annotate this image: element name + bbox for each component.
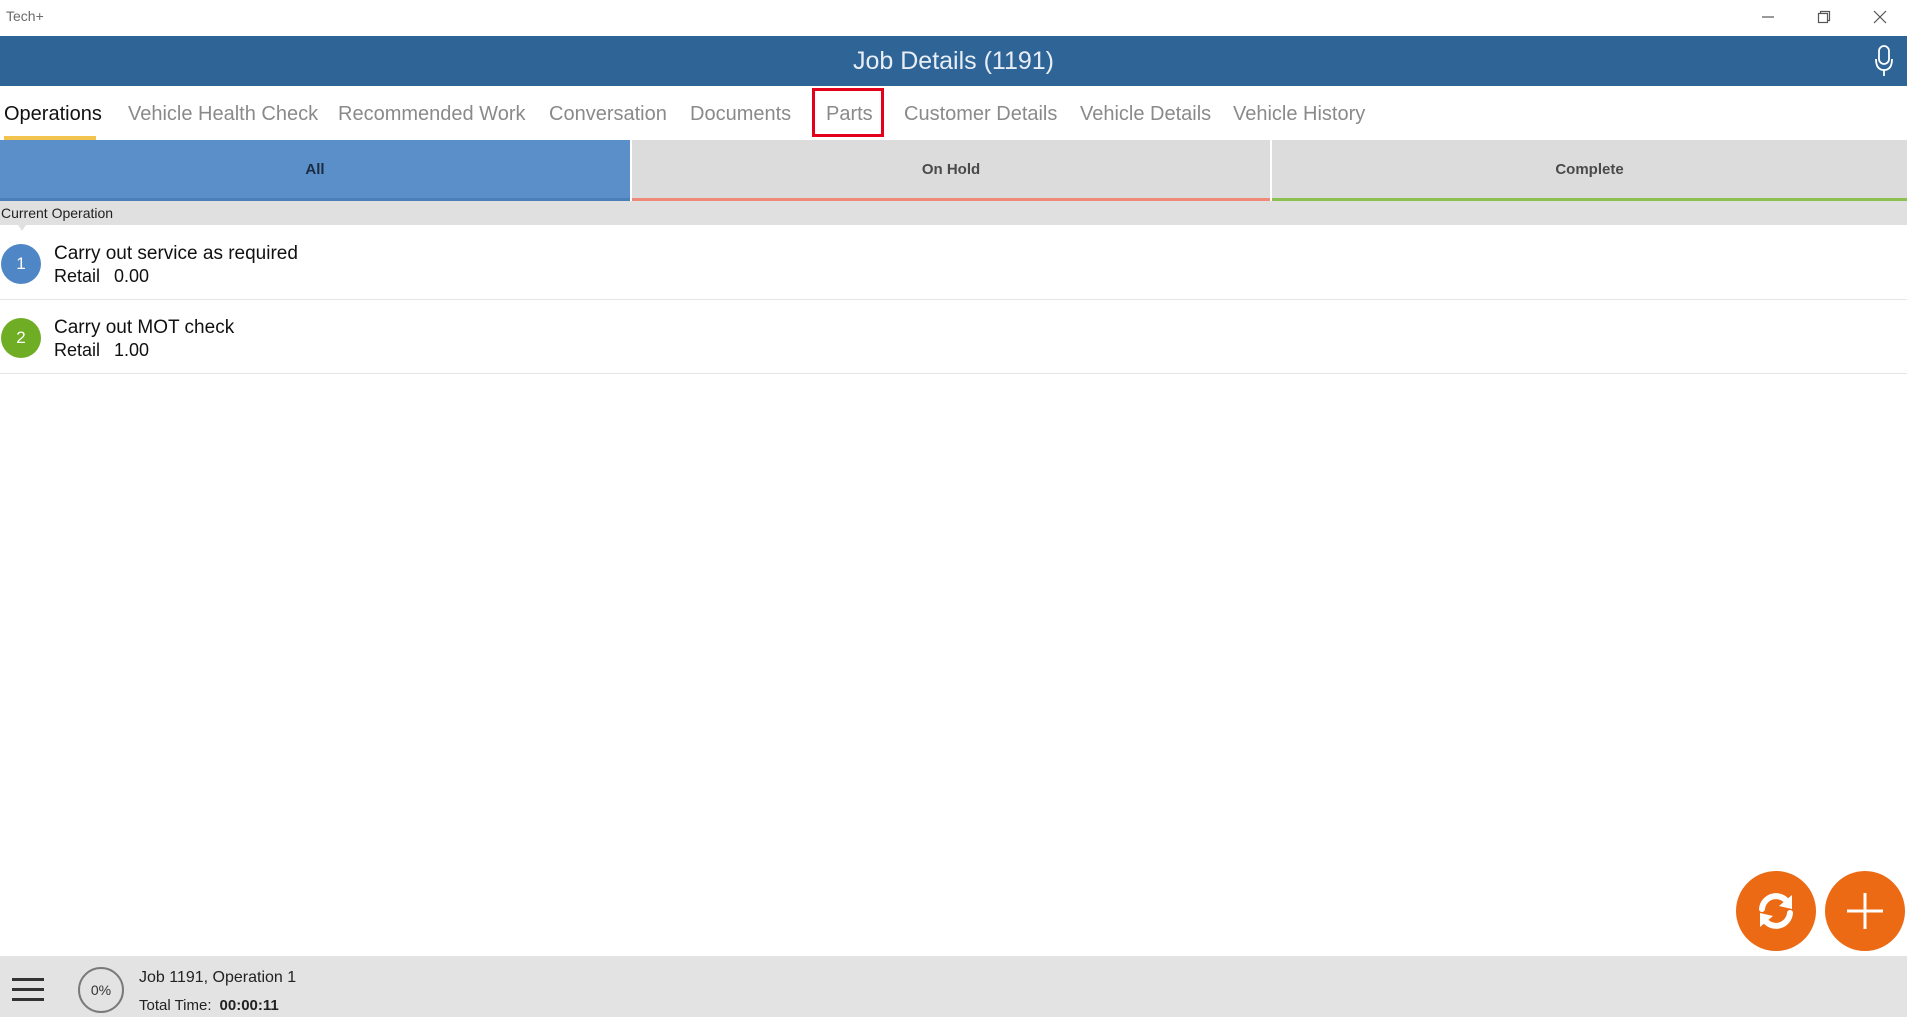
operation-number-badge: 1 [1, 244, 41, 284]
tab-recommended-work[interactable]: Recommended Work [338, 103, 525, 126]
operation-value: 0.00 [114, 266, 150, 286]
filter-on-hold-button[interactable]: On Hold [632, 140, 1270, 201]
close-icon [1873, 10, 1887, 24]
operation-row[interactable]: 2 Carry out MOT check Retail 1.00 [0, 300, 1907, 374]
operation-type: Retail [54, 340, 101, 360]
add-operation-button[interactable] [1825, 871, 1905, 951]
sync-button[interactable] [1736, 871, 1816, 951]
tab-strip: Operations Vehicle Health Check Recommen… [0, 86, 1907, 140]
voice-input-button[interactable] [1872, 44, 1896, 78]
restore-icon [1817, 10, 1831, 24]
tab-conversation[interactable]: Conversation [549, 103, 667, 126]
operation-title: Carry out MOT check [54, 317, 235, 338]
operation-type: Retail [54, 266, 101, 286]
close-window-button[interactable] [1852, 0, 1907, 34]
app-title: Tech+ [6, 8, 44, 24]
page-header: Job Details (1191) [0, 36, 1907, 86]
filter-all-button[interactable]: All [0, 140, 630, 201]
operation-subline: Retail 0.00 [54, 266, 149, 287]
tab-vehicle-details[interactable]: Vehicle Details [1080, 103, 1211, 126]
current-job-label: Job 1191, Operation 1 [139, 969, 297, 986]
total-time: Total Time: 00:00:11 [139, 997, 279, 1014]
tab-customer-details[interactable]: Customer Details [904, 103, 1057, 126]
minimize-icon [1762, 16, 1774, 18]
filter-complete-button[interactable]: Complete [1272, 140, 1907, 201]
page-title: Job Details (1191) [852, 47, 1055, 75]
operation-number-badge: 2 [1, 318, 41, 358]
parts-tab-highlight [812, 88, 884, 137]
tab-documents[interactable]: Documents [690, 103, 791, 126]
restore-button[interactable] [1796, 0, 1852, 34]
job-progress-indicator: 0% [78, 967, 124, 1013]
operation-list: 1 Carry out service as required Retail 0.… [0, 226, 1907, 374]
tab-vehicle-health-check[interactable]: Vehicle Health Check [128, 103, 318, 126]
sync-icon [1759, 893, 1793, 929]
operation-title: Carry out service as required [54, 243, 298, 264]
tab-operations[interactable]: Operations [4, 103, 102, 126]
operation-row[interactable]: 1 Carry out service as required Retail 0.… [0, 226, 1907, 300]
operation-filter: All On Hold Complete [0, 140, 1907, 201]
total-time-value: 00:00:11 [219, 997, 279, 1014]
operation-subline: Retail 1.00 [54, 340, 149, 361]
total-time-label: Total Time: [139, 997, 212, 1014]
hamburger-menu-icon[interactable] [12, 978, 46, 1006]
microphone-icon [1875, 45, 1893, 76]
tab-vehicle-history[interactable]: Vehicle History [1233, 103, 1365, 126]
plus-icon [1847, 893, 1883, 929]
operation-value: 1.00 [114, 340, 150, 360]
status-bar: 0% Job 1191, Operation 1 Total Time: 00:0… [0, 956, 1907, 1017]
window-title-bar: Tech+ [0, 0, 1907, 36]
minimize-button[interactable] [1740, 0, 1796, 34]
current-operation-label: Current Operation [0, 201, 1907, 225]
